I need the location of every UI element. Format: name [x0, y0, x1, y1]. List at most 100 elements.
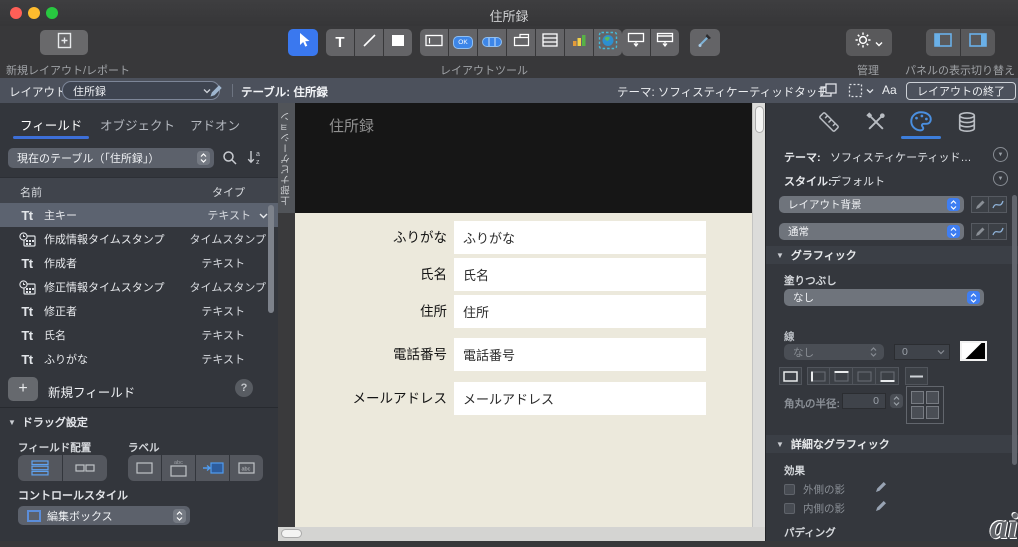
- border-top-button[interactable]: [830, 367, 853, 385]
- canvas-field-label[interactable]: ふりがな: [295, 221, 447, 254]
- chevron-down-icon[interactable]: [259, 206, 268, 224]
- button-bar-tool-button[interactable]: [478, 29, 506, 56]
- canvas-field-label[interactable]: 氏名: [295, 258, 447, 291]
- manage-button[interactable]: [846, 29, 892, 56]
- layout-background-select[interactable]: レイアウト背景: [779, 196, 964, 213]
- canvas-field-label[interactable]: 住所: [295, 295, 447, 328]
- body-part[interactable]: ふりがな ふりがな 氏名 氏名 住所 住所 電話番号 電話番号 メールアドレス …: [295, 213, 752, 527]
- field-row-name[interactable]: Tt 氏名 テキスト: [0, 323, 278, 347]
- new-layout-button[interactable]: [40, 30, 88, 55]
- outer-shadow-checkbox[interactable]: [784, 484, 795, 495]
- field-row-modification-timestamp[interactable]: 修正情報タイムスタンプ タイムスタンプ: [0, 275, 278, 299]
- tab-position[interactable]: [818, 111, 840, 138]
- text-tool-button[interactable]: T: [326, 29, 354, 56]
- corner-bottom-right[interactable]: [926, 406, 939, 419]
- canvas-horizontal-scrollbar[interactable]: [278, 527, 765, 541]
- copy-style-button[interactable]: [989, 223, 1007, 240]
- edit-style-pencil-button[interactable]: [971, 223, 989, 240]
- tab-fields[interactable]: フィールド: [20, 115, 82, 134]
- edit-shadow-pencil-button[interactable]: [875, 499, 888, 517]
- canvas-field-label[interactable]: メールアドレス: [295, 382, 447, 415]
- field-row-primary-key[interactable]: Tt 主キー テキスト: [0, 203, 278, 227]
- inspector-scrollbar[interactable]: [1012, 195, 1017, 465]
- label-none-button[interactable]: [128, 455, 161, 481]
- edit-layout-pencil-button[interactable]: [209, 83, 224, 103]
- corner-radius-input[interactable]: 0: [842, 393, 886, 409]
- tab-control-tool-button[interactable]: [507, 29, 535, 56]
- search-fields-button[interactable]: [222, 150, 238, 171]
- corner-radius-stepper[interactable]: [890, 394, 903, 408]
- state-select[interactable]: 通常: [779, 223, 964, 240]
- control-style-dropdown[interactable]: 編集ボックス: [18, 506, 190, 525]
- field-list-scrollbar[interactable]: [268, 205, 274, 313]
- copy-style-button[interactable]: [989, 196, 1007, 213]
- portal-tool-button[interactable]: [536, 29, 564, 56]
- border-bottom-button[interactable]: [876, 367, 899, 385]
- canvas-vertical-scrollbar[interactable]: [752, 103, 766, 527]
- tab-appearance[interactable]: [909, 110, 933, 139]
- canvas-field-box[interactable]: ふりがな: [454, 221, 706, 254]
- rectangle-tool-button[interactable]: [384, 29, 412, 56]
- label-left-button[interactable]: [196, 455, 229, 481]
- new-field-button[interactable]: +: [8, 377, 38, 401]
- text-format-button[interactable]: Aa: [882, 83, 897, 97]
- line-style-select[interactable]: なし: [784, 344, 884, 360]
- corner-top-left[interactable]: [911, 391, 924, 404]
- tab-addons[interactable]: アドオン: [190, 115, 240, 134]
- grid-options-button[interactable]: [848, 83, 874, 98]
- field-row-furigana[interactable]: Tt ふりがな テキスト: [0, 347, 278, 371]
- line-tool-button[interactable]: [355, 29, 383, 56]
- advanced-graphic-section-header[interactable]: ▼ 詳細なグラフィック: [766, 435, 1018, 453]
- scrollbar-thumb[interactable]: [755, 106, 764, 133]
- line-color-swatch[interactable]: [960, 341, 987, 361]
- field-tool-button[interactable]: [420, 29, 448, 56]
- corner-top-right[interactable]: [926, 391, 939, 404]
- canvas-field-box[interactable]: 住所: [454, 295, 706, 328]
- slide-control-tool-button[interactable]: [651, 29, 679, 56]
- sort-fields-button[interactable]: az: [246, 149, 264, 166]
- toggle-left-panel-button[interactable]: [926, 29, 960, 56]
- style-menu-button[interactable]: ▼: [993, 171, 1008, 186]
- corner-selector-widget[interactable]: [906, 386, 944, 424]
- corner-bottom-left[interactable]: [911, 406, 924, 419]
- header-part[interactable]: 住所録: [295, 103, 752, 213]
- popover-button-tool-button[interactable]: [622, 29, 650, 56]
- canvas-field-label[interactable]: 電話番号: [295, 338, 447, 371]
- inner-shadow-checkbox[interactable]: [784, 503, 795, 514]
- canvas-header-title[interactable]: 住所録: [329, 115, 374, 136]
- border-left-button[interactable]: [807, 367, 830, 385]
- help-button[interactable]: ?: [235, 379, 253, 397]
- part-label-strip[interactable]: 上部ナビゲーション: [278, 103, 295, 213]
- theme-menu-button[interactable]: ▼: [993, 147, 1008, 162]
- tab-styles[interactable]: [865, 111, 887, 138]
- arrange-button[interactable]: [820, 83, 838, 103]
- border-all-button[interactable]: [779, 367, 802, 385]
- graphic-section-header[interactable]: ▼ グラフィック: [766, 246, 1018, 264]
- canvas-field-box[interactable]: 氏名: [454, 258, 706, 291]
- canvas-field-box[interactable]: 電話番号: [454, 338, 706, 371]
- scrollbar-thumb[interactable]: [281, 529, 302, 538]
- field-row-creator[interactable]: Tt 作成者 テキスト: [0, 251, 278, 275]
- layout-select[interactable]: 住所録: [62, 81, 220, 100]
- placement-vertical-button[interactable]: [18, 455, 62, 481]
- edit-style-pencil-button[interactable]: [971, 196, 989, 213]
- field-row-creation-timestamp[interactable]: 作成情報タイムスタンプ タイムスタンプ: [0, 227, 278, 251]
- exit-layout-button[interactable]: レイアウトの終了: [906, 82, 1016, 100]
- drag-settings-header[interactable]: ▼ ドラッグ設定: [8, 414, 88, 430]
- web-viewer-tool-button[interactable]: [594, 29, 622, 56]
- label-placeholder-button[interactable]: abc: [230, 455, 263, 481]
- tab-data[interactable]: [956, 111, 978, 138]
- label-above-button[interactable]: abc: [162, 455, 195, 481]
- toggle-right-panel-button[interactable]: [961, 29, 995, 56]
- line-width-combo[interactable]: 0: [894, 344, 950, 360]
- placement-horizontal-button[interactable]: [63, 455, 107, 481]
- chart-tool-button[interactable]: [565, 29, 593, 56]
- button-tool-button[interactable]: OK: [449, 29, 477, 56]
- edit-shadow-pencil-button[interactable]: [875, 480, 888, 498]
- selection-tool-button[interactable]: [288, 29, 318, 56]
- format-painter-button[interactable]: [690, 29, 720, 56]
- fill-select[interactable]: なし: [784, 289, 984, 306]
- field-row-modifier[interactable]: Tt 修正者 テキスト: [0, 299, 278, 323]
- canvas-field-box[interactable]: メールアドレス: [454, 382, 706, 415]
- border-right-button[interactable]: [853, 367, 876, 385]
